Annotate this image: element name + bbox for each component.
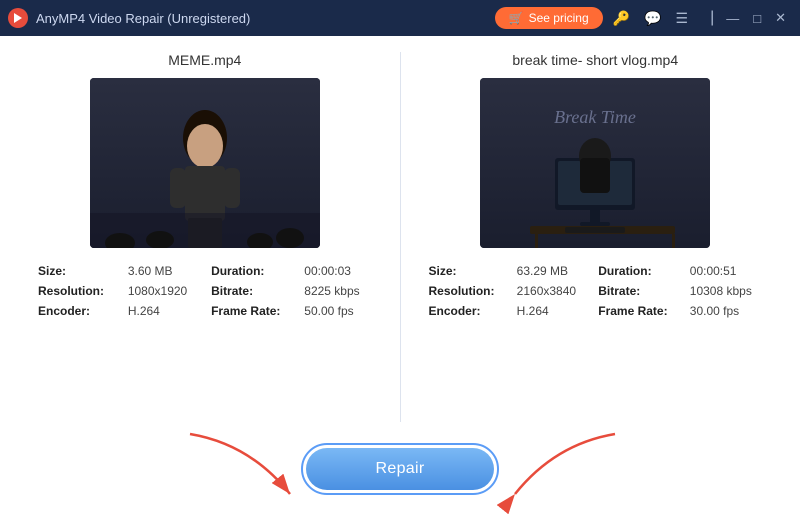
right-video-panel: break time- short vlog.mp4 Break Time xyxy=(401,52,771,422)
left-bitrate-value: 8225 kbps xyxy=(304,284,371,298)
right-resolution-label: Resolution: xyxy=(429,284,505,298)
close-button[interactable]: ✕ xyxy=(769,8,792,28)
right-encoder-value: H.264 xyxy=(517,304,587,318)
left-duration-label: Duration: xyxy=(211,264,292,278)
title-bar-right: 🛒 See pricing 🔑 💬 ☰ | — □ ✕ xyxy=(495,7,792,29)
menu-icon[interactable]: ☰ xyxy=(672,8,693,29)
see-pricing-button[interactable]: 🛒 See pricing xyxy=(495,7,603,29)
right-video-thumbnail: Break Time xyxy=(480,78,710,248)
maximize-button[interactable]: □ xyxy=(747,9,767,28)
main-content: MEME.mp4 xyxy=(0,36,800,524)
left-size-label: Size: xyxy=(38,264,116,278)
svg-text:Break Time: Break Time xyxy=(554,107,636,127)
repair-area: Repair xyxy=(30,434,770,504)
right-file-info: Size: 63.29 MB Duration: 00:00:51 Resolu… xyxy=(421,264,771,318)
left-video-title: MEME.mp4 xyxy=(168,52,241,68)
videos-row: MEME.mp4 xyxy=(30,52,770,422)
right-size-label: Size: xyxy=(429,264,505,278)
chat-icon[interactable]: 💬 xyxy=(640,8,665,29)
right-arrow xyxy=(495,434,615,504)
repair-button-wrapper: Repair xyxy=(301,443,500,495)
repair-button[interactable]: Repair xyxy=(306,448,495,490)
left-arrow xyxy=(190,434,310,504)
left-encoder-label: Encoder: xyxy=(38,304,116,318)
window-controls: | — □ ✕ xyxy=(706,8,792,28)
right-resolution-value: 2160x3840 xyxy=(517,284,587,298)
left-video-thumbnail xyxy=(90,78,320,248)
app-logo xyxy=(8,8,28,28)
right-duration-label: Duration: xyxy=(598,264,678,278)
key-icon[interactable]: 🔑 xyxy=(609,8,634,29)
right-encoder-label: Encoder: xyxy=(429,304,505,318)
cart-icon: 🛒 xyxy=(509,11,524,25)
left-framerate-label: Frame Rate: xyxy=(211,304,292,318)
right-size-value: 63.29 MB xyxy=(517,264,587,278)
left-size-value: 3.60 MB xyxy=(128,264,199,278)
left-resolution-value: 1080x1920 xyxy=(128,284,199,298)
right-duration-value: 00:00:51 xyxy=(690,264,762,278)
title-bar: AnyMP4 Video Repair (Unregistered) 🛒 See… xyxy=(0,0,800,36)
left-encoder-value: H.264 xyxy=(128,304,199,318)
left-bitrate-label: Bitrate: xyxy=(211,284,292,298)
left-video-panel: MEME.mp4 xyxy=(30,52,400,422)
right-bitrate-label: Bitrate: xyxy=(598,284,678,298)
left-file-info: Size: 3.60 MB Duration: 00:00:03 Resolut… xyxy=(30,264,380,318)
right-bitrate-value: 10308 kbps xyxy=(690,284,762,298)
app-title: AnyMP4 Video Repair (Unregistered) xyxy=(36,11,250,26)
right-framerate-label: Frame Rate: xyxy=(598,304,678,318)
right-video-title: break time- short vlog.mp4 xyxy=(512,52,678,68)
title-bar-left: AnyMP4 Video Repair (Unregistered) xyxy=(8,8,250,28)
right-framerate-value: 30.00 fps xyxy=(690,304,762,318)
left-duration-value: 00:00:03 xyxy=(304,264,371,278)
minimize-button[interactable]: — xyxy=(720,9,745,28)
left-framerate-value: 50.00 fps xyxy=(304,304,371,318)
left-resolution-label: Resolution: xyxy=(38,284,116,298)
